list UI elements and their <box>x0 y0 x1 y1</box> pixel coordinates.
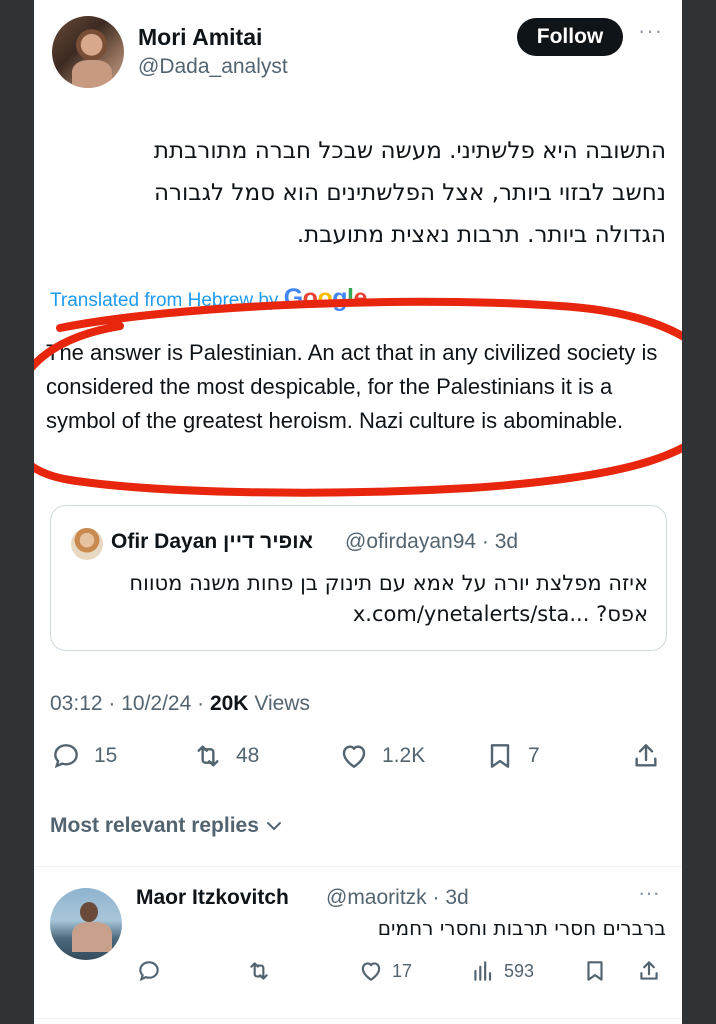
tweet-text-line: התשובה היא פלשתיני. מעשה שבכל חברה מתורב… <box>153 138 666 164</box>
tweet-meta: 03:12 · 10/2/24 · 20K Views <box>50 692 310 716</box>
tweet-text-line: הגדולה ביותר. תרבות נאצית מתועבת. <box>296 222 666 248</box>
chevron-down-icon <box>266 822 281 831</box>
bookmark-icon <box>587 961 603 981</box>
repost-icon <box>250 962 268 980</box>
quoted-author-name: Ofir Dayan אופיר דיין <box>111 530 313 553</box>
section-divider <box>34 866 682 867</box>
share-icon <box>635 744 657 767</box>
reply-author-handle[interactable]: @maoritzk · 3d <box>326 886 469 910</box>
tweet-original-text: התשובה היא פלשתיני. מעשה שבכל חברה מתורב… <box>50 130 666 256</box>
author-handle[interactable]: @Dada_analyst <box>138 55 288 79</box>
reply-count: 15 <box>94 744 118 767</box>
bookmark-icon <box>490 744 510 768</box>
quoted-text-line: איזה מפלצת יורה על אמא עם תינוק בן פחות … <box>129 571 648 595</box>
quoted-author-avatar[interactable] <box>71 528 103 560</box>
views-count: 20K <box>209 692 249 715</box>
reply-icon <box>139 961 159 982</box>
tweet-text-line: נחשב לבזוי ביותר, אצל הפלשתינים הוא סמל … <box>154 180 666 206</box>
quoted-tweet-text: איזה מפלצת יורה על אמא עם תינוק בן פחות … <box>68 568 648 630</box>
bookmark-count: 7 <box>528 744 540 767</box>
views-label: Views <box>248 692 310 715</box>
reply-button[interactable]: 15 <box>50 740 117 772</box>
more-options-icon[interactable]: ··· <box>638 18 663 44</box>
repost-count: 48 <box>236 744 260 767</box>
quoted-link[interactable]: x.com/ynetalerts/sta... <box>353 602 590 626</box>
reply-action-bar: 17 593 <box>136 958 666 988</box>
heart-icon <box>361 962 381 981</box>
tweet-action-bar: 15 48 1.2K 7 <box>50 740 666 780</box>
tweet-panel: Mori Amitai @Dada_analyst Follow ··· התש… <box>34 0 682 1024</box>
author-display-name[interactable]: Mori Amitai <box>138 24 262 51</box>
repost-button[interactable]: 48 <box>192 740 259 772</box>
reply-author-name[interactable]: Maor Itzkovitch <box>136 886 289 910</box>
quoted-tweet-card[interactable]: Ofir Dayan אופיר דיין @ofirdayan94 · 3d … <box>50 505 667 651</box>
reply-views-button[interactable]: 593 <box>470 958 534 984</box>
reply-views-count: 593 <box>504 960 535 981</box>
repost-icon <box>197 745 219 767</box>
replies-sort-dropdown[interactable]: Most relevant replies <box>50 814 283 838</box>
reply-share-button[interactable] <box>636 958 662 984</box>
bookmark-button[interactable]: 7 <box>484 740 540 772</box>
author-avatar[interactable] <box>52 16 124 88</box>
reply-author-avatar[interactable] <box>50 888 122 960</box>
reply-reply-button[interactable] <box>136 958 162 984</box>
replies-sort-label: Most relevant replies <box>50 814 259 837</box>
reply-bookmark-button[interactable] <box>582 958 608 984</box>
share-button[interactable] <box>630 740 662 772</box>
like-button[interactable]: 1.2K <box>338 740 425 772</box>
bottom-divider <box>34 1018 682 1019</box>
heart-icon <box>342 745 366 768</box>
reply-icon <box>54 744 78 769</box>
left-background-strip <box>0 0 34 1024</box>
right-background-strip <box>682 0 716 1024</box>
like-count: 1.2K <box>382 744 426 767</box>
follow-button[interactable]: Follow <box>517 18 623 56</box>
reply-more-options-icon[interactable]: ··· <box>638 880 660 906</box>
analytics-icon <box>474 961 492 981</box>
reply-repost-button[interactable] <box>246 958 272 984</box>
reply-text: ברברים חסרי תרבות וחסרי רחמים <box>377 916 666 940</box>
red-annotation-circle <box>34 297 682 497</box>
quoted-text-line: אפס? x.com/ynetalerts/sta... <box>352 602 648 626</box>
reply-like-count: 17 <box>392 960 413 981</box>
quoted-author-handle: @ofirdayan94 · 3d <box>345 530 519 553</box>
reply-like-button[interactable]: 17 <box>358 958 412 984</box>
tweet-timestamp[interactable]: 03:12 · 10/2/24 · <box>50 692 210 715</box>
share-icon <box>640 961 658 980</box>
